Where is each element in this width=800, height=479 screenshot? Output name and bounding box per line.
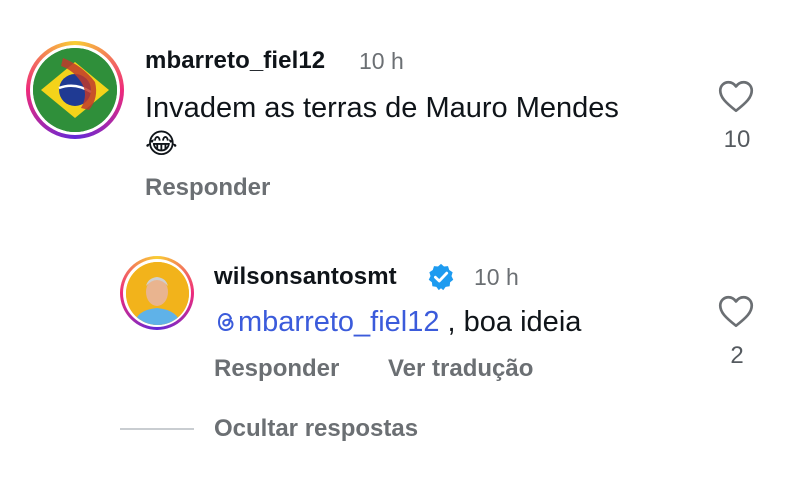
see-translation-button[interactable]: Ver tradução xyxy=(388,355,533,383)
threads-icon xyxy=(217,312,234,332)
laughing-emoji: 😂 xyxy=(145,128,178,159)
verified-badge-icon xyxy=(428,263,454,291)
reply-text: mbarreto_fiel12 , boa ideia xyxy=(214,306,581,339)
reply-timestamp: 10 h xyxy=(474,264,519,290)
like-count: 10 xyxy=(723,126,751,153)
reply-button[interactable]: Responder xyxy=(145,174,270,202)
reply-button[interactable]: Responder xyxy=(214,355,339,383)
like-button[interactable] xyxy=(718,295,758,331)
comment-text-content: Invadem as terras de Mauro Mendes xyxy=(145,92,619,124)
heart-icon xyxy=(718,295,754,328)
like-button[interactable] xyxy=(718,80,758,116)
comment-timestamp: 10 h xyxy=(359,48,404,74)
heart-icon xyxy=(718,80,754,113)
reply-username[interactable]: wilsonsantosmt xyxy=(214,263,397,291)
comment-username[interactable]: mbarreto_fiel12 xyxy=(145,47,325,75)
brazil-flag-avatar-image xyxy=(33,48,117,132)
avatar[interactable] xyxy=(26,41,124,139)
profile-photo-avatar-image xyxy=(125,261,189,325)
like-count: 2 xyxy=(730,342,744,369)
mention-username[interactable]: mbarreto_fiel12 xyxy=(238,306,440,338)
comment-text: Invadem as terras de Mauro Mendes 😂 xyxy=(145,90,705,162)
mention-link[interactable]: mbarreto_fiel12 xyxy=(214,306,440,338)
avatar[interactable] xyxy=(120,256,194,330)
hide-replies-button[interactable]: Ocultar respostas xyxy=(214,415,418,443)
divider-line xyxy=(120,428,194,430)
reply-text-content: , boa ideia xyxy=(439,306,582,338)
